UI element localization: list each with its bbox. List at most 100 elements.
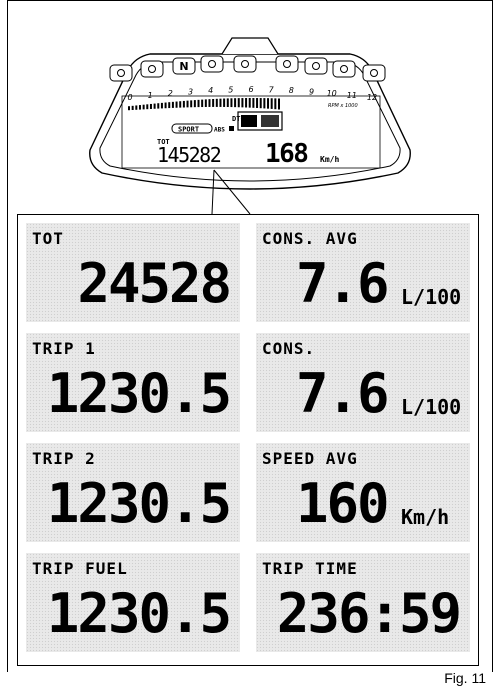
display-mode-cell: TRIP TIME 236:59: [256, 553, 470, 652]
rpm-bar-segment: [267, 98, 270, 109]
lcd-modes-panel: TOT 24528 CONS. AVG 7.6 L/100 TRIP 1 1230.5 CON…: [17, 214, 479, 666]
rpm-bar-segment: [219, 98, 222, 107]
rpm-bar-segment: [259, 98, 262, 109]
speed-unit: Km/h: [320, 155, 339, 164]
turn-left-icon: [109, 64, 133, 82]
rpm-bar-segment: [237, 98, 240, 108]
speed-value: 168: [265, 139, 308, 169]
rpm-bar-segment: [153, 103, 156, 109]
display-mode-cell: TOT 24528: [26, 223, 240, 322]
gear-display-fill: [241, 115, 257, 127]
display-mode-label: SPEED AVG: [262, 449, 358, 468]
figure-caption: Fig. 11: [444, 670, 486, 686]
rpm-bar-segment: [208, 99, 211, 107]
rpm-bar-segment: [223, 98, 226, 107]
display-mode-value: 160: [296, 472, 390, 535]
display-mode-cell: SPEED AVG 160 Km/h: [256, 443, 470, 542]
highbeam-icon: [233, 55, 257, 73]
rpm-bar-segment: [274, 98, 277, 110]
abs-indicator: ABS: [214, 127, 225, 134]
neutral-icon: N: [172, 57, 196, 75]
display-mode-cell: TRIP 2 1230.5: [26, 443, 240, 542]
instrument-cluster: N 0123456789101112 DTC 5 SPORT ABS TOT 1…: [89, 37, 411, 215]
rpm-bar-segment: [179, 101, 182, 108]
rpm-bar-segment: [230, 98, 233, 108]
rpm-bar-segment: [197, 99, 200, 108]
display-mode-value: 1230.5: [46, 472, 232, 535]
rpm-bar-segment: [171, 101, 174, 108]
display-mode-cell: CONS. AVG 7.6 L/100: [256, 223, 470, 322]
display-mode-cell: CONS. 7.6 L/100: [256, 333, 470, 432]
oil-pressure-icon: [140, 60, 164, 78]
display-mode-value: 236:59: [276, 582, 462, 645]
display-mode-value: 24528: [77, 252, 232, 315]
display-mode-unit: L/100: [401, 285, 462, 309]
rpm-bar-segment: [241, 98, 244, 108]
gear-display-fill-2: [261, 115, 279, 127]
rpm-bar-segment: [182, 100, 185, 108]
odometer-value: 145282: [157, 143, 221, 167]
display-mode-value: 1230.5: [46, 582, 232, 645]
display-mode-value: 1230.5: [46, 362, 232, 425]
rpm-bar-segment: [138, 105, 141, 110]
rpm-bar-segment: [193, 100, 196, 108]
turn-right-icon: [362, 64, 386, 82]
rpm-bar-segment: [146, 104, 149, 110]
rpm-bar-segment: [270, 98, 273, 109]
fuel-icon: [275, 55, 299, 73]
rpm-bar-segment: [201, 99, 204, 108]
rpm-bar-segment: [204, 99, 207, 107]
rpm-bar-segment: [212, 98, 215, 107]
rpm-bar-segment: [149, 103, 152, 109]
rpm-bar-segment: [248, 98, 251, 108]
rpm-bar-segment: [215, 98, 218, 107]
rpm-bar-segment: [175, 101, 178, 108]
display-mode-unit: Km/h: [401, 505, 450, 529]
rpm-bar-segment: [131, 105, 134, 110]
rpm-bar-segment: [160, 102, 163, 109]
tach-tick-label: 9: [309, 87, 314, 96]
display-mode-label: TRIP FUEL: [32, 559, 128, 578]
tach-tick-label: 2: [168, 89, 173, 98]
tach-tick-label: 1: [148, 91, 153, 100]
rpm-bar-segment: [135, 105, 138, 110]
tach-tick-label: 4: [208, 86, 213, 95]
rpm-bar-segment: [252, 98, 255, 108]
display-mode-label: CONS. AVG: [262, 229, 358, 248]
rpm-bar-segment: [157, 103, 160, 109]
cluster-top-bezel: [221, 37, 279, 55]
display-mode-label: TRIP TIME: [262, 559, 358, 578]
rpm-bar-segment: [186, 100, 189, 108]
abs-level-mark: [229, 126, 234, 131]
high-beam-icon: [304, 57, 328, 75]
rpm-unit-label: RPM x 1000: [328, 103, 358, 109]
rpm-bar-segment: [168, 102, 171, 109]
riding-mode-label: SPORT: [178, 126, 199, 134]
rpm-bar-segment: [128, 106, 130, 111]
rpm-bar-segment: [234, 98, 237, 108]
tach-tick-label: 12: [367, 93, 377, 102]
abs-icon: [200, 55, 224, 73]
display-mode-label: TOT: [32, 229, 64, 248]
tach-tick-label: 0: [127, 93, 132, 102]
neutral-letter: N: [179, 60, 188, 73]
display-mode-unit: L/100: [401, 395, 462, 419]
rpm-bar-segment: [164, 102, 167, 109]
rpm-bar-segment: [245, 98, 248, 108]
display-mode-cell: TRIP FUEL 1230.5: [26, 553, 240, 652]
display-mode-cell: TRIP 1 1230.5: [26, 333, 240, 432]
tach-tick-label: 6: [248, 85, 253, 94]
rpm-bar-segment: [142, 104, 145, 110]
tach-tick-label: 8: [289, 86, 294, 95]
rpm-bar-segment: [190, 100, 193, 108]
display-mode-label: CONS.: [262, 339, 316, 358]
tach-tick-label: 11: [347, 91, 357, 100]
display-mode-value: 7.6: [296, 252, 390, 315]
tach-tick-label: 3: [188, 87, 193, 96]
display-mode-value: 7.6: [296, 362, 390, 425]
rpm-bar-segment: [278, 98, 280, 110]
tach-tick-label: 10: [327, 89, 337, 98]
rpm-bar-segment: [256, 98, 259, 108]
display-mode-label: TRIP 2: [32, 449, 96, 468]
display-mode-label: TRIP 1: [32, 339, 96, 358]
